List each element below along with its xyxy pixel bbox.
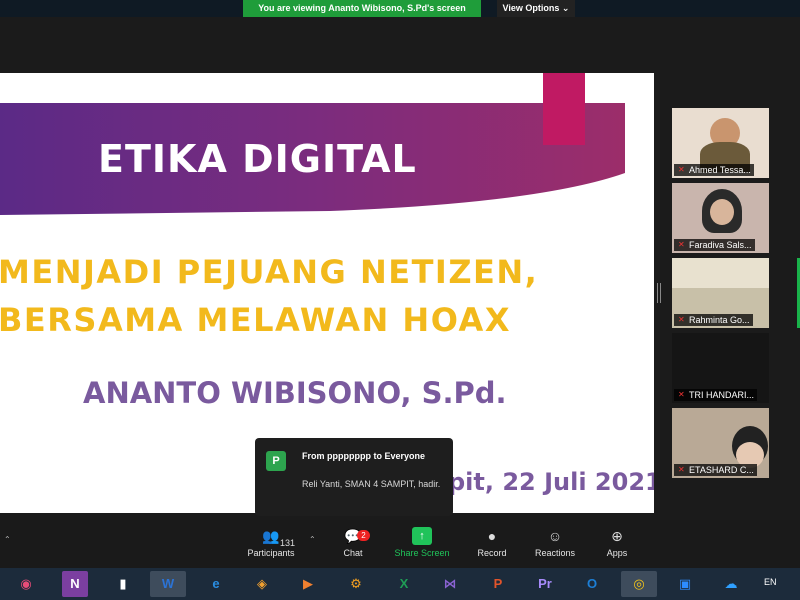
onenote-icon[interactable]: N bbox=[62, 571, 88, 597]
slide-date: pit, 22 Juli 2021 bbox=[448, 468, 654, 496]
file-icon[interactable]: ▮ bbox=[105, 571, 141, 597]
chat-message-text: Reli Yanti, SMAN 4 SAMPIT, hadir. bbox=[302, 479, 441, 489]
participant-name-label: ✕ Ahmed Tessa... bbox=[674, 164, 754, 176]
chevron-up-icon[interactable]: ⌃ bbox=[309, 535, 316, 544]
slide-subtitle-line2: BERSAMA MELAWAN HOAX bbox=[0, 301, 511, 339]
media-player-icon[interactable]: ▶ bbox=[290, 571, 326, 597]
meeting-top-bar: You are viewing Ananto Wibisono, S.Pd's … bbox=[0, 0, 800, 17]
chevron-up-icon[interactable]: ⌃ bbox=[4, 535, 11, 544]
view-options-label: View Options bbox=[502, 3, 560, 13]
teams-icon[interactable]: ◉ bbox=[8, 571, 44, 597]
excel-icon[interactable]: X bbox=[386, 571, 422, 597]
participant-name-label: ✕ Faradiva Sals... bbox=[674, 239, 755, 251]
muted-mic-icon: ✕ bbox=[678, 465, 685, 474]
muted-mic-icon: ✕ bbox=[678, 240, 685, 249]
participant-tile[interactable]: ✕ Faradiva Sals... bbox=[672, 183, 769, 253]
chat-notification[interactable]: P From pppppppp to Everyone Reli Yanti, … bbox=[255, 438, 453, 516]
language-indicator[interactable]: EN bbox=[764, 577, 777, 587]
participants-button[interactable]: 👥 131 Participants bbox=[241, 527, 301, 558]
apps-label: Apps bbox=[606, 548, 628, 558]
chat-unread-badge: 2 bbox=[357, 530, 370, 541]
settings-icon[interactable]: ⚙ bbox=[338, 571, 374, 597]
participant-tile[interactable]: ✕ Rahminta Go... bbox=[672, 258, 769, 328]
participant-tile[interactable]: ✕ TRI HANDARI... bbox=[672, 333, 769, 403]
slide-author: ANANTO WIBISONO, S.Pd. bbox=[83, 376, 507, 410]
word-icon[interactable]: W bbox=[150, 571, 186, 597]
muted-mic-icon: ✕ bbox=[678, 165, 685, 174]
panel-resize-handle[interactable] bbox=[657, 283, 661, 303]
participant-name-label: ✕ ETASHARD C... bbox=[674, 464, 757, 476]
zoom-window: You are viewing Ananto Wibisono, S.Pd's … bbox=[0, 0, 800, 600]
apps-icon: ⊕ bbox=[611, 528, 623, 544]
reactions-button[interactable]: ☺ Reactions bbox=[525, 527, 585, 558]
record-icon: ● bbox=[487, 528, 497, 544]
chat-button[interactable]: 💬 2 Chat bbox=[323, 527, 383, 558]
muted-mic-icon: ✕ bbox=[678, 390, 685, 399]
reactions-icon: ☺ bbox=[547, 528, 563, 544]
slide-title: ETIKA DIGITAL bbox=[98, 137, 417, 181]
record-label: Record bbox=[477, 548, 507, 558]
screen-share-banner: You are viewing Ananto Wibisono, S.Pd's … bbox=[243, 0, 481, 17]
participant-name-label: ✕ Rahminta Go... bbox=[674, 314, 753, 326]
chevron-down-icon: ⌄ bbox=[561, 3, 570, 13]
meeting-toolbar: ⌃ 👥 131 Participants ⌃ 💬 2 Chat ↑ Share … bbox=[0, 520, 800, 568]
muted-mic-icon: ✕ bbox=[678, 315, 685, 324]
participant-video bbox=[710, 199, 734, 225]
chat-label: Chat bbox=[343, 548, 363, 558]
chat-sender-line: From pppppppp to Everyone bbox=[302, 451, 425, 461]
edge-icon[interactable]: e bbox=[198, 571, 234, 597]
windows-taskbar: ◉ N ▮ W e ◈ ▶ ⚙ X ⋈ P Pr O ◎ ▣ ☁ EN bbox=[0, 568, 800, 600]
participants-count: 131 bbox=[280, 538, 296, 548]
participants-icon: 👥 bbox=[262, 528, 280, 544]
view-options-button[interactable]: View Options ⌄ bbox=[497, 0, 575, 17]
reactions-label: Reactions bbox=[534, 548, 576, 558]
share-screen-button[interactable]: ↑ Share Screen bbox=[392, 527, 452, 558]
powerpoint-icon[interactable]: P bbox=[480, 571, 516, 597]
premiere-icon[interactable]: Pr bbox=[527, 571, 563, 597]
onedrive-icon[interactable]: ☁ bbox=[713, 571, 749, 597]
outlook-icon[interactable]: O bbox=[574, 571, 610, 597]
participant-name-label: ✕ TRI HANDARI... bbox=[674, 389, 758, 401]
share-screen-icon: ↑ bbox=[412, 527, 432, 545]
slide-subtitle-line1: MENJADI PEJUANG NETIZEN, bbox=[0, 253, 539, 291]
chrome-icon[interactable]: ◎ bbox=[621, 571, 657, 597]
zoom-icon[interactable]: ▣ bbox=[667, 571, 703, 597]
participant-video bbox=[672, 258, 769, 288]
uc-browser-icon[interactable]: ◈ bbox=[244, 571, 280, 597]
record-button[interactable]: ● Record bbox=[462, 527, 522, 558]
share-screen-label: Share Screen bbox=[394, 548, 450, 558]
participant-tile[interactable]: ✕ Ahmed Tessa... bbox=[672, 108, 769, 178]
chat-sender-avatar: P bbox=[266, 451, 286, 471]
slide-accent-tab bbox=[543, 73, 585, 145]
apps-button[interactable]: ⊕ Apps bbox=[587, 527, 647, 558]
visual-studio-icon[interactable]: ⋈ bbox=[432, 571, 468, 597]
participants-label: Participants bbox=[247, 548, 295, 558]
participant-tile[interactable]: ✕ ETASHARD C... bbox=[672, 408, 769, 478]
